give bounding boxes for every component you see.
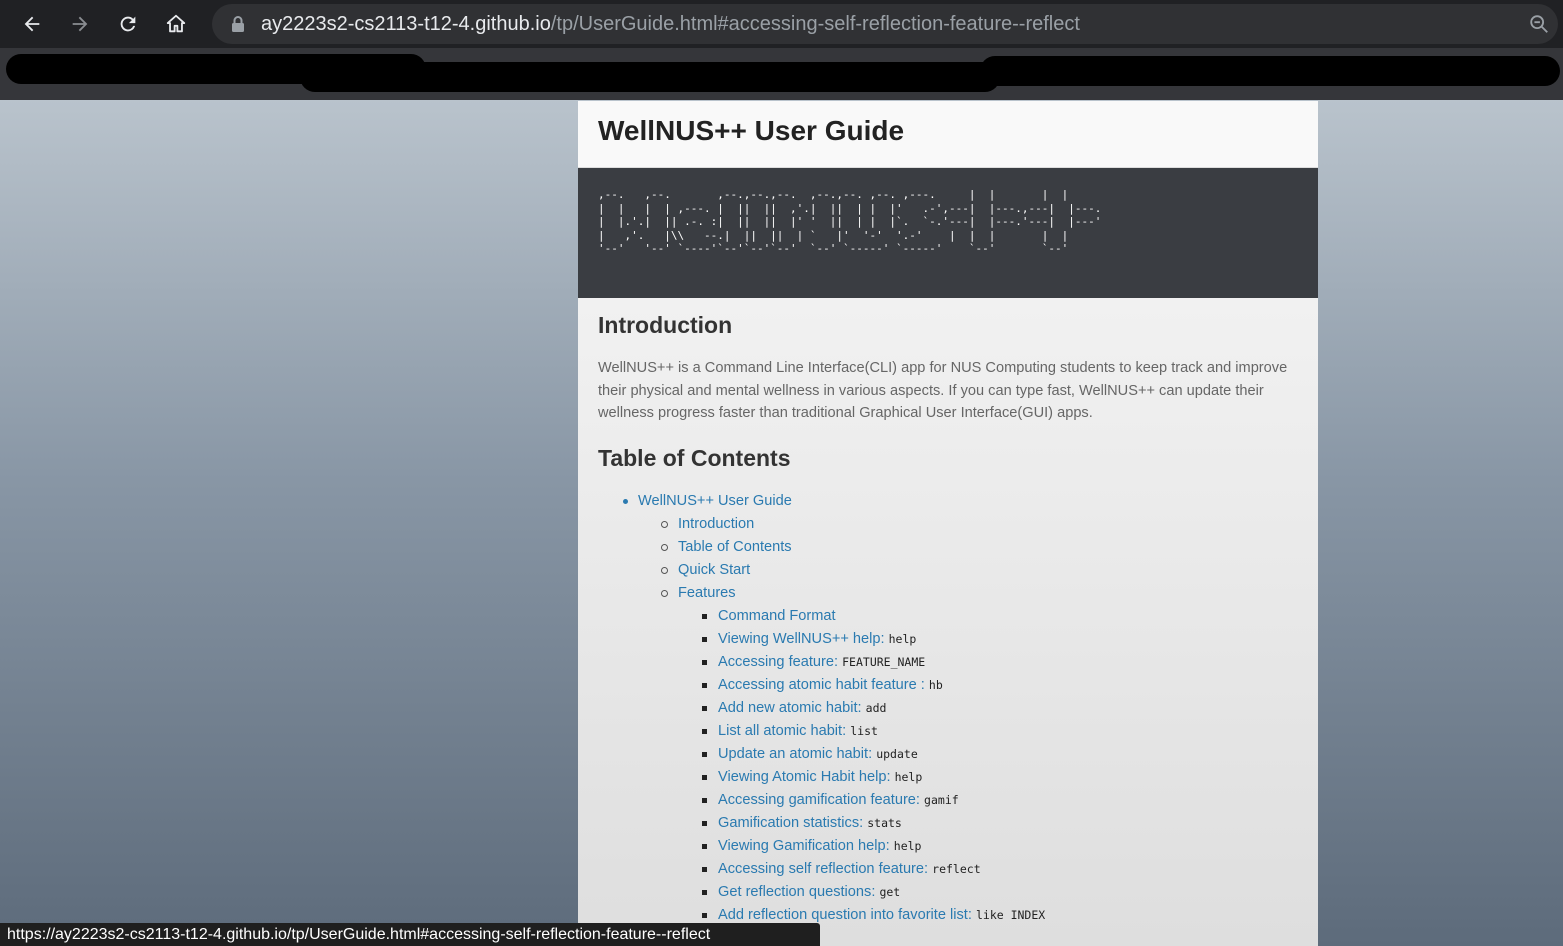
user-guide-page: WellNUS++ User Guide ,--. ,--. ,--.,--.,…: [578, 101, 1318, 946]
toc-command: help: [888, 631, 917, 646]
toc-link[interactable]: Gamification statistics:: [718, 815, 867, 831]
toc-item: Viewing Gamification help: help: [598, 835, 1298, 858]
toc-item: Table of Contents: [598, 536, 1298, 559]
toc-link[interactable]: List all atomic habit:: [718, 723, 850, 739]
toc-link[interactable]: Get reflection questions:: [718, 884, 879, 900]
forward-button[interactable]: [64, 8, 96, 40]
toc-item: Get reflection questions: get: [598, 881, 1298, 904]
toc-command: like INDEX: [975, 907, 1046, 922]
toc-item: Command Format: [598, 605, 1298, 628]
redaction: [300, 62, 1000, 92]
arrow-left-icon: [24, 16, 40, 32]
toc-link[interactable]: Update an atomic habit:: [718, 746, 876, 762]
toc-command: reflect: [932, 861, 981, 876]
content: Introduction WellNUS++ is a Command Line…: [578, 298, 1318, 946]
toc-item: Update an atomic habit: update: [598, 743, 1298, 766]
browser-toolbar: ay2223s2-cs2113-t12-4.github.io/tp/UserG…: [0, 0, 1563, 48]
bullet-icon: [661, 520, 668, 528]
bullet-icon: [702, 705, 707, 711]
bullet-icon: [702, 659, 707, 665]
toc-link[interactable]: Table of Contents: [678, 539, 792, 555]
bullet-icon: [702, 866, 707, 872]
toc-link[interactable]: WellNUS++ User Guide: [638, 493, 792, 509]
toc-link[interactable]: Command Format: [718, 608, 836, 624]
bullet-icon: [702, 636, 707, 642]
status-bar-url: https://ay2223s2-cs2113-t12-4.github.io/…: [0, 923, 820, 946]
toc-command: gamif: [924, 792, 959, 807]
bullet-icon: [702, 797, 707, 803]
bullet-icon: [702, 820, 707, 826]
lock-icon: [232, 16, 244, 32]
toc-item: Add new atomic habit: add: [598, 697, 1298, 720]
toc-item: Accessing feature: FEATURE_NAME: [598, 651, 1298, 674]
arrow-right-icon: [72, 16, 88, 32]
toc-command: stats: [867, 815, 902, 830]
toc-item: Quick Start: [598, 559, 1298, 582]
ascii-art: ,--. ,--. ,--.,--.,--. ,--.,--. ,--. ,--…: [598, 188, 1102, 255]
bullet-icon: [661, 566, 668, 574]
redaction: [980, 56, 1560, 86]
home-button[interactable]: [160, 8, 192, 40]
bookmarks-bar: [0, 48, 1563, 100]
reload-button[interactable]: [112, 8, 144, 40]
home-icon: [166, 14, 186, 33]
introduction-heading: Introduction: [598, 312, 733, 338]
toc-link[interactable]: Add reflection question into favorite li…: [718, 907, 976, 923]
toc-command: hb: [928, 677, 943, 692]
toc-item: Accessing gamification feature: gamif: [598, 789, 1298, 812]
bullet-icon: [702, 912, 707, 918]
toc-command: add: [865, 700, 887, 715]
table-of-contents: WellNUS++ User Guide Introduction Table of…: [598, 490, 1298, 946]
bullet-icon: [702, 613, 707, 619]
bullet-icon: [661, 589, 668, 597]
bullet-icon: [702, 843, 707, 849]
toc-link[interactable]: Accessing feature:: [718, 654, 842, 670]
toc-link[interactable]: Viewing Atomic Habit help:: [718, 769, 895, 785]
bullet-icon: [702, 751, 707, 757]
toc-link[interactable]: Add new atomic habit:: [718, 700, 866, 716]
toc-link[interactable]: Features: [678, 585, 736, 601]
bullet-icon: [661, 543, 668, 551]
url-host: ay2223s2-cs2113-t12-4.github.io: [261, 13, 551, 35]
toc-link[interactable]: Accessing gamification feature:: [718, 792, 924, 808]
introduction-text: WellNUS++ is a Command Line Interface(CL…: [598, 360, 1288, 421]
toc-link[interactable]: Accessing self reflection feature:: [718, 861, 932, 877]
toc-item: Accessing atomic habit feature : hb: [598, 674, 1298, 697]
toc-command: get: [879, 884, 901, 899]
bullet-icon: [702, 774, 707, 780]
toc-link[interactable]: Quick Start: [678, 562, 750, 578]
toc-item: List all atomic habit: list: [598, 720, 1298, 743]
toc-item: Accessing self reflection feature: refle…: [598, 858, 1298, 881]
bullet-icon: [623, 498, 628, 504]
toc-item: Gamification statistics: stats: [598, 812, 1298, 835]
page-header: WellNUS++ User Guide: [578, 101, 1318, 168]
bullet-icon: [702, 889, 707, 895]
toc-command: list: [850, 723, 878, 738]
back-button[interactable]: [16, 8, 48, 40]
zoom-icon[interactable]: [1528, 13, 1550, 35]
toc-command: help: [893, 838, 922, 853]
address-bar[interactable]: ay2223s2-cs2113-t12-4.github.io/tp/UserG…: [212, 4, 1558, 44]
toc-link[interactable]: Viewing Gamification help:: [718, 838, 894, 854]
toc-link[interactable]: Viewing WellNUS++ help:: [718, 631, 889, 647]
toc-command: help: [894, 769, 923, 784]
toc-command: FEATURE_NAME: [842, 654, 926, 669]
bullet-icon: [702, 728, 707, 734]
toc-item: Introduction: [598, 513, 1298, 536]
reload-icon: [120, 16, 136, 32]
toc-link[interactable]: Accessing atomic habit feature :: [718, 677, 929, 693]
toc-item: Features: [598, 582, 1298, 605]
toc-command: update: [876, 746, 918, 761]
toc-heading: Table of Contents: [598, 444, 791, 471]
toc-item: WellNUS++ User Guide: [598, 490, 1298, 513]
url-path: /tp/UserGuide.html#accessing-self-reflec…: [550, 13, 1080, 35]
toc-item: Viewing WellNUS++ help: help: [598, 628, 1298, 651]
toc-item: Viewing Atomic Habit help: help: [598, 766, 1298, 789]
url-text: ay2223s2-cs2113-t12-4.github.io/tp/UserG…: [261, 13, 1080, 36]
bullet-icon: [702, 682, 707, 688]
toc-link[interactable]: Introduction: [678, 516, 754, 532]
ascii-banner: ,--. ,--. ,--.,--.,--. ,--.,--. ,--. ,--…: [578, 168, 1318, 298]
page-title: WellNUS++ User Guide: [598, 115, 905, 146]
